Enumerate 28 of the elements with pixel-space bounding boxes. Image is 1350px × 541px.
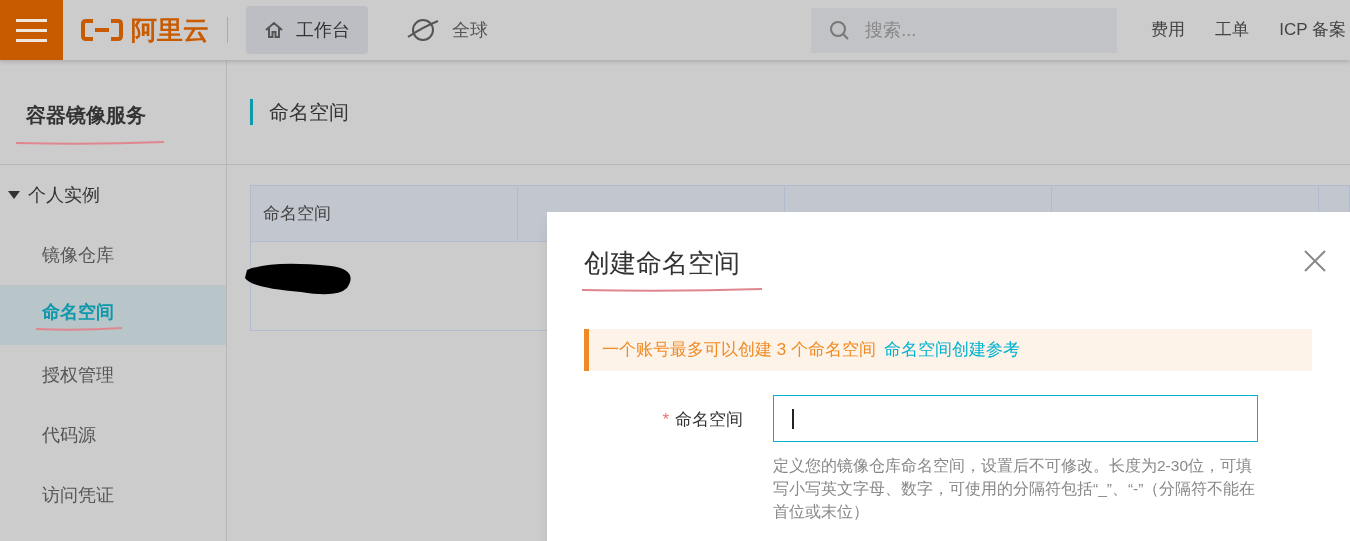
globe-icon bbox=[406, 17, 440, 43]
page-title: 命名空间 bbox=[269, 100, 349, 125]
close-button[interactable] bbox=[1303, 248, 1329, 274]
header-link[interactable]: 费用 bbox=[1151, 17, 1186, 43]
logo-text: 阿里云 bbox=[131, 17, 209, 43]
sidebar-item[interactable]: 镜像仓库 bbox=[0, 225, 226, 285]
nav-tab[interactable]: 全球 bbox=[388, 6, 506, 54]
field-label: 命名空间 bbox=[675, 409, 743, 431]
column-header: 命名空间 bbox=[251, 186, 518, 241]
sidebar-group[interactable]: 个人实例 bbox=[0, 165, 226, 225]
sidebar-item[interactable]: 授权管理 bbox=[0, 345, 226, 405]
logo-icon bbox=[81, 19, 123, 41]
alert-text: 一个账号最多可以创建 3 个命名空间 bbox=[602, 339, 876, 362]
nav-tab[interactable]: 工作台 bbox=[246, 6, 368, 54]
header-link[interactable]: ICP 备案 bbox=[1279, 17, 1346, 43]
help-text: 定义您的镜像仓库命名空间，设置后不可修改。长度为2-30位，可填写小写英文字母、数字，可使用的分隔符包括“_”、“-”（分隔符不能在首位或末位） bbox=[773, 456, 1257, 522]
search-field[interactable]: 搜索... bbox=[811, 7, 1118, 53]
menu-button[interactable] bbox=[0, 0, 63, 60]
required-mark: * bbox=[662, 409, 669, 431]
home-icon bbox=[264, 21, 284, 39]
sidebar-title: 容器镜像服务 bbox=[26, 103, 146, 128]
caret-icon bbox=[8, 191, 20, 199]
close-icon bbox=[1303, 249, 1327, 273]
header-link[interactable]: 工单 bbox=[1215, 17, 1250, 43]
namespace-input[interactable] bbox=[773, 395, 1258, 442]
dialog-title: 创建命名空间 bbox=[584, 247, 740, 280]
sidebar-item[interactable]: 代码源 bbox=[0, 405, 226, 465]
sidebar-item[interactable]: 访问凭证 bbox=[0, 465, 226, 525]
